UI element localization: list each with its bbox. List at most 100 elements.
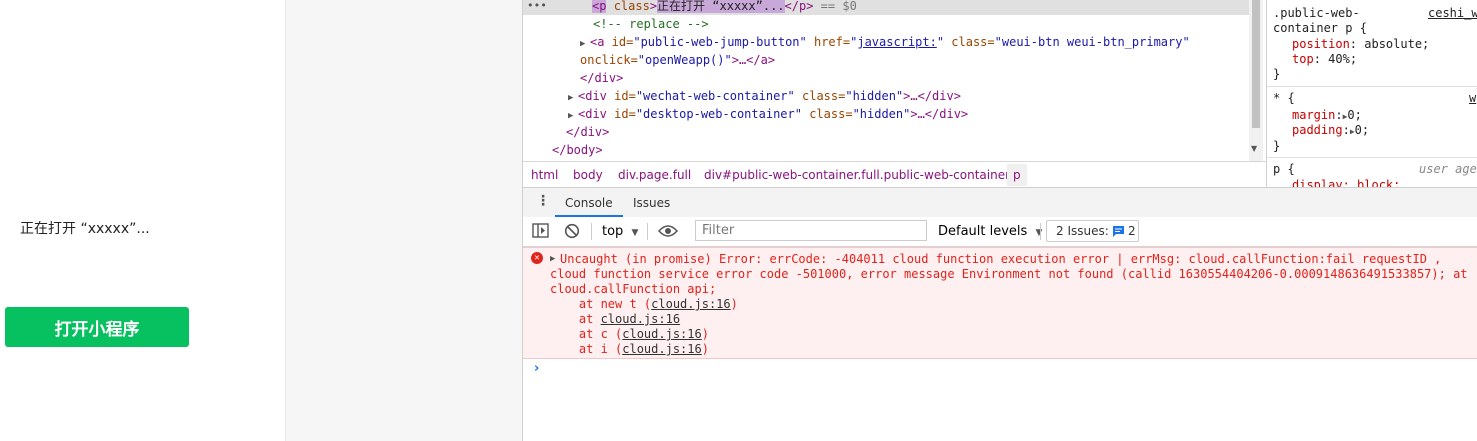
a-href-quote: " (936, 35, 945, 49)
rule1-source-link[interactable]: ceshi_w (1428, 6, 1477, 20)
stack-frame: at cloud.js:16 (550, 312, 680, 327)
tab-issues[interactable]: Issues (633, 196, 670, 210)
stack-prefix: at i ( (550, 342, 623, 356)
wechat-container-row[interactable]: ▶ <div id="wechat-web-container" class="h… (568, 87, 961, 105)
breadcrumb-html[interactable]: html (531, 168, 558, 182)
div-tag-open: <div (578, 89, 607, 103)
body-close-row[interactable]: </body> (552, 141, 603, 159)
div-id-value: "desktop-web-container" (635, 107, 802, 121)
expand-triangle-icon[interactable]: ▶ (550, 252, 555, 267)
console-prompt-chevron-icon[interactable]: › (534, 361, 539, 376)
selected-node-row[interactable]: ••• <p class>正在打开 “xxxxx”...</p> == $0 (523, 0, 1249, 15)
style-prop-margin[interactable]: margin:▶0; (1292, 108, 1362, 123)
breadcrumb-p[interactable]: p (1007, 164, 1027, 186)
body-close-tag: </body> (552, 143, 603, 157)
error-line-1: Uncaught (in promise) Error: errCode: -4… (560, 252, 1442, 266)
a-class-value: "weui-btn weui-btn_primary" (994, 35, 1190, 49)
prop-name: top (1292, 52, 1314, 66)
stack-frame: at new t (cloud.js:16) (550, 297, 738, 312)
opening-status-text: 正在打开 “xxxxx”... (20, 221, 150, 237)
dropdown-arrow-icon: ▼ (1035, 228, 1043, 238)
div-close-row[interactable]: </div> (566, 123, 609, 141)
error-line-3: cloud.callFunction api; (550, 282, 717, 296)
issues-counter-button[interactable]: 2 Issues: 2 (1046, 220, 1139, 242)
prop-value: 40%; (1328, 52, 1358, 66)
div-class-attr: class= (801, 107, 853, 121)
stack-source-link[interactable]: cloud.js:16 (622, 342, 701, 356)
style-prop-position[interactable]: position: absolute; (1292, 37, 1429, 52)
context-label: top (602, 224, 624, 239)
prop-name: margin (1292, 108, 1336, 122)
issues-label: 2 Issues: (1056, 224, 1109, 238)
div-close-tag: </div> (580, 71, 624, 85)
a-href-link[interactable]: javascript: (857, 35, 936, 49)
filter-input[interactable] (695, 220, 927, 241)
div-tag-close: >…</div> (903, 89, 961, 103)
stack-source-link[interactable]: cloud.js:16 (622, 327, 701, 341)
live-expression-eye-icon[interactable] (657, 224, 679, 242)
rule3-selector: p { (1273, 162, 1295, 176)
a-href-attr: href= (806, 35, 851, 49)
drawer-tab-bar: ⋮ Console Issues (523, 187, 1477, 219)
breadcrumb-div-page[interactable]: div.page.full (618, 168, 691, 182)
a-id-attr: id= (604, 35, 634, 49)
div-id-attr: id= (606, 89, 636, 103)
div-class-attr: class= (794, 89, 846, 103)
clear-console-icon[interactable] (564, 223, 580, 243)
prop-name: padding (1292, 123, 1343, 137)
style-prop-top[interactable]: top: 40%; (1292, 52, 1357, 67)
more-options-icon[interactable]: ⋮ (536, 194, 550, 208)
selected-marker: == $0 (820, 0, 857, 13)
breadcrumb-body[interactable]: body (573, 168, 603, 182)
dropdown-arrow-icon: ▼ (631, 228, 639, 238)
node-actions-icon[interactable]: ••• (527, 0, 547, 15)
div-tag-close: >…</div> (910, 107, 969, 121)
rule-separator (1267, 157, 1477, 158)
style-prop-padding[interactable]: padding:▶0; (1292, 123, 1369, 138)
context-select[interactable]: top ▼ (602, 224, 638, 239)
open-mini-program-button[interactable]: 打开小程序 (5, 307, 189, 347)
rule1-selector-a: .public-web- (1273, 6, 1360, 20)
issues-count: 2 (1128, 224, 1136, 238)
rule2-selector: * { (1273, 91, 1295, 105)
styles-pane: .public-web- ceshi_w container p { posit… (1266, 0, 1477, 187)
comment-row[interactable]: <!-- replace --> (593, 15, 709, 33)
stack-prefix: at new t ( (550, 297, 652, 311)
div-close-tag: </div> (566, 125, 610, 139)
div-close-row[interactable]: </div> (580, 69, 623, 87)
scrollbar-thumb[interactable] (1252, 0, 1260, 128)
web-page-viewport: 正在打开 “xxxxx”... 打开小程序 (0, 0, 285, 441)
stack-source-link[interactable]: cloud.js:16 (601, 312, 680, 326)
a-class-attr: class= (944, 35, 995, 49)
desktop-container-row[interactable]: ▶ <div id="desktop-web-container" class="… (568, 105, 968, 123)
error-line-2: cloud function service error code -50100… (550, 267, 1468, 281)
scroll-down-arrow-icon[interactable]: ▼ (1251, 144, 1257, 153)
prop-value: absolute; (1364, 37, 1430, 51)
a-onclick-attr: onclick= (580, 53, 638, 67)
breadcrumb-div-public-web-container[interactable]: div#public-web-container.full.public-web… (704, 168, 1010, 182)
a-tag-open: <a (590, 35, 605, 49)
rule2-source-link[interactable]: w (1469, 91, 1476, 105)
rule1-close: } (1273, 67, 1281, 81)
a-onclick-value: "openWeapp()" (637, 53, 732, 67)
log-levels-select[interactable]: Default levels ▼ (938, 224, 1042, 239)
a-id-value: "public-web-jump-button" (633, 35, 807, 49)
rule1-selector-b: container p { (1273, 21, 1367, 35)
elements-scrollbar[interactable]: ▼ (1249, 0, 1263, 161)
div-id-value: "wechat-web-container" (635, 89, 795, 103)
toolbar-separator (647, 223, 648, 240)
elements-tree[interactable]: ••• <p class>正在打开 “xxxxx”...</p> == $0 <… (523, 0, 1263, 161)
stack-source-link[interactable]: cloud.js:16 (651, 297, 730, 311)
rule2-close: } (1273, 139, 1281, 153)
replace-comment: <!-- replace --> (593, 17, 709, 31)
p-tag-close: </p> (784, 0, 814, 13)
breadcrumb: html body div.page.full div#public-web-c… (523, 161, 1266, 188)
div-tag-open: <div (578, 107, 607, 121)
a-element-row-continued: onclick="openWeapp()">…</a> (580, 51, 775, 69)
console-error-message[interactable]: ✕ ▶ Uncaught (in promise) Error: errCode… (523, 247, 1477, 359)
tab-console[interactable]: Console (565, 196, 613, 210)
sidebar-toggle-icon[interactable] (532, 223, 549, 242)
a-element-row[interactable]: ▶ <a id="public-web-jump-button" href="ja… (580, 33, 1190, 51)
stack-frame: at c (cloud.js:16) (550, 327, 709, 342)
p-text-content: 正在打开 “xxxxx”... (657, 0, 785, 13)
